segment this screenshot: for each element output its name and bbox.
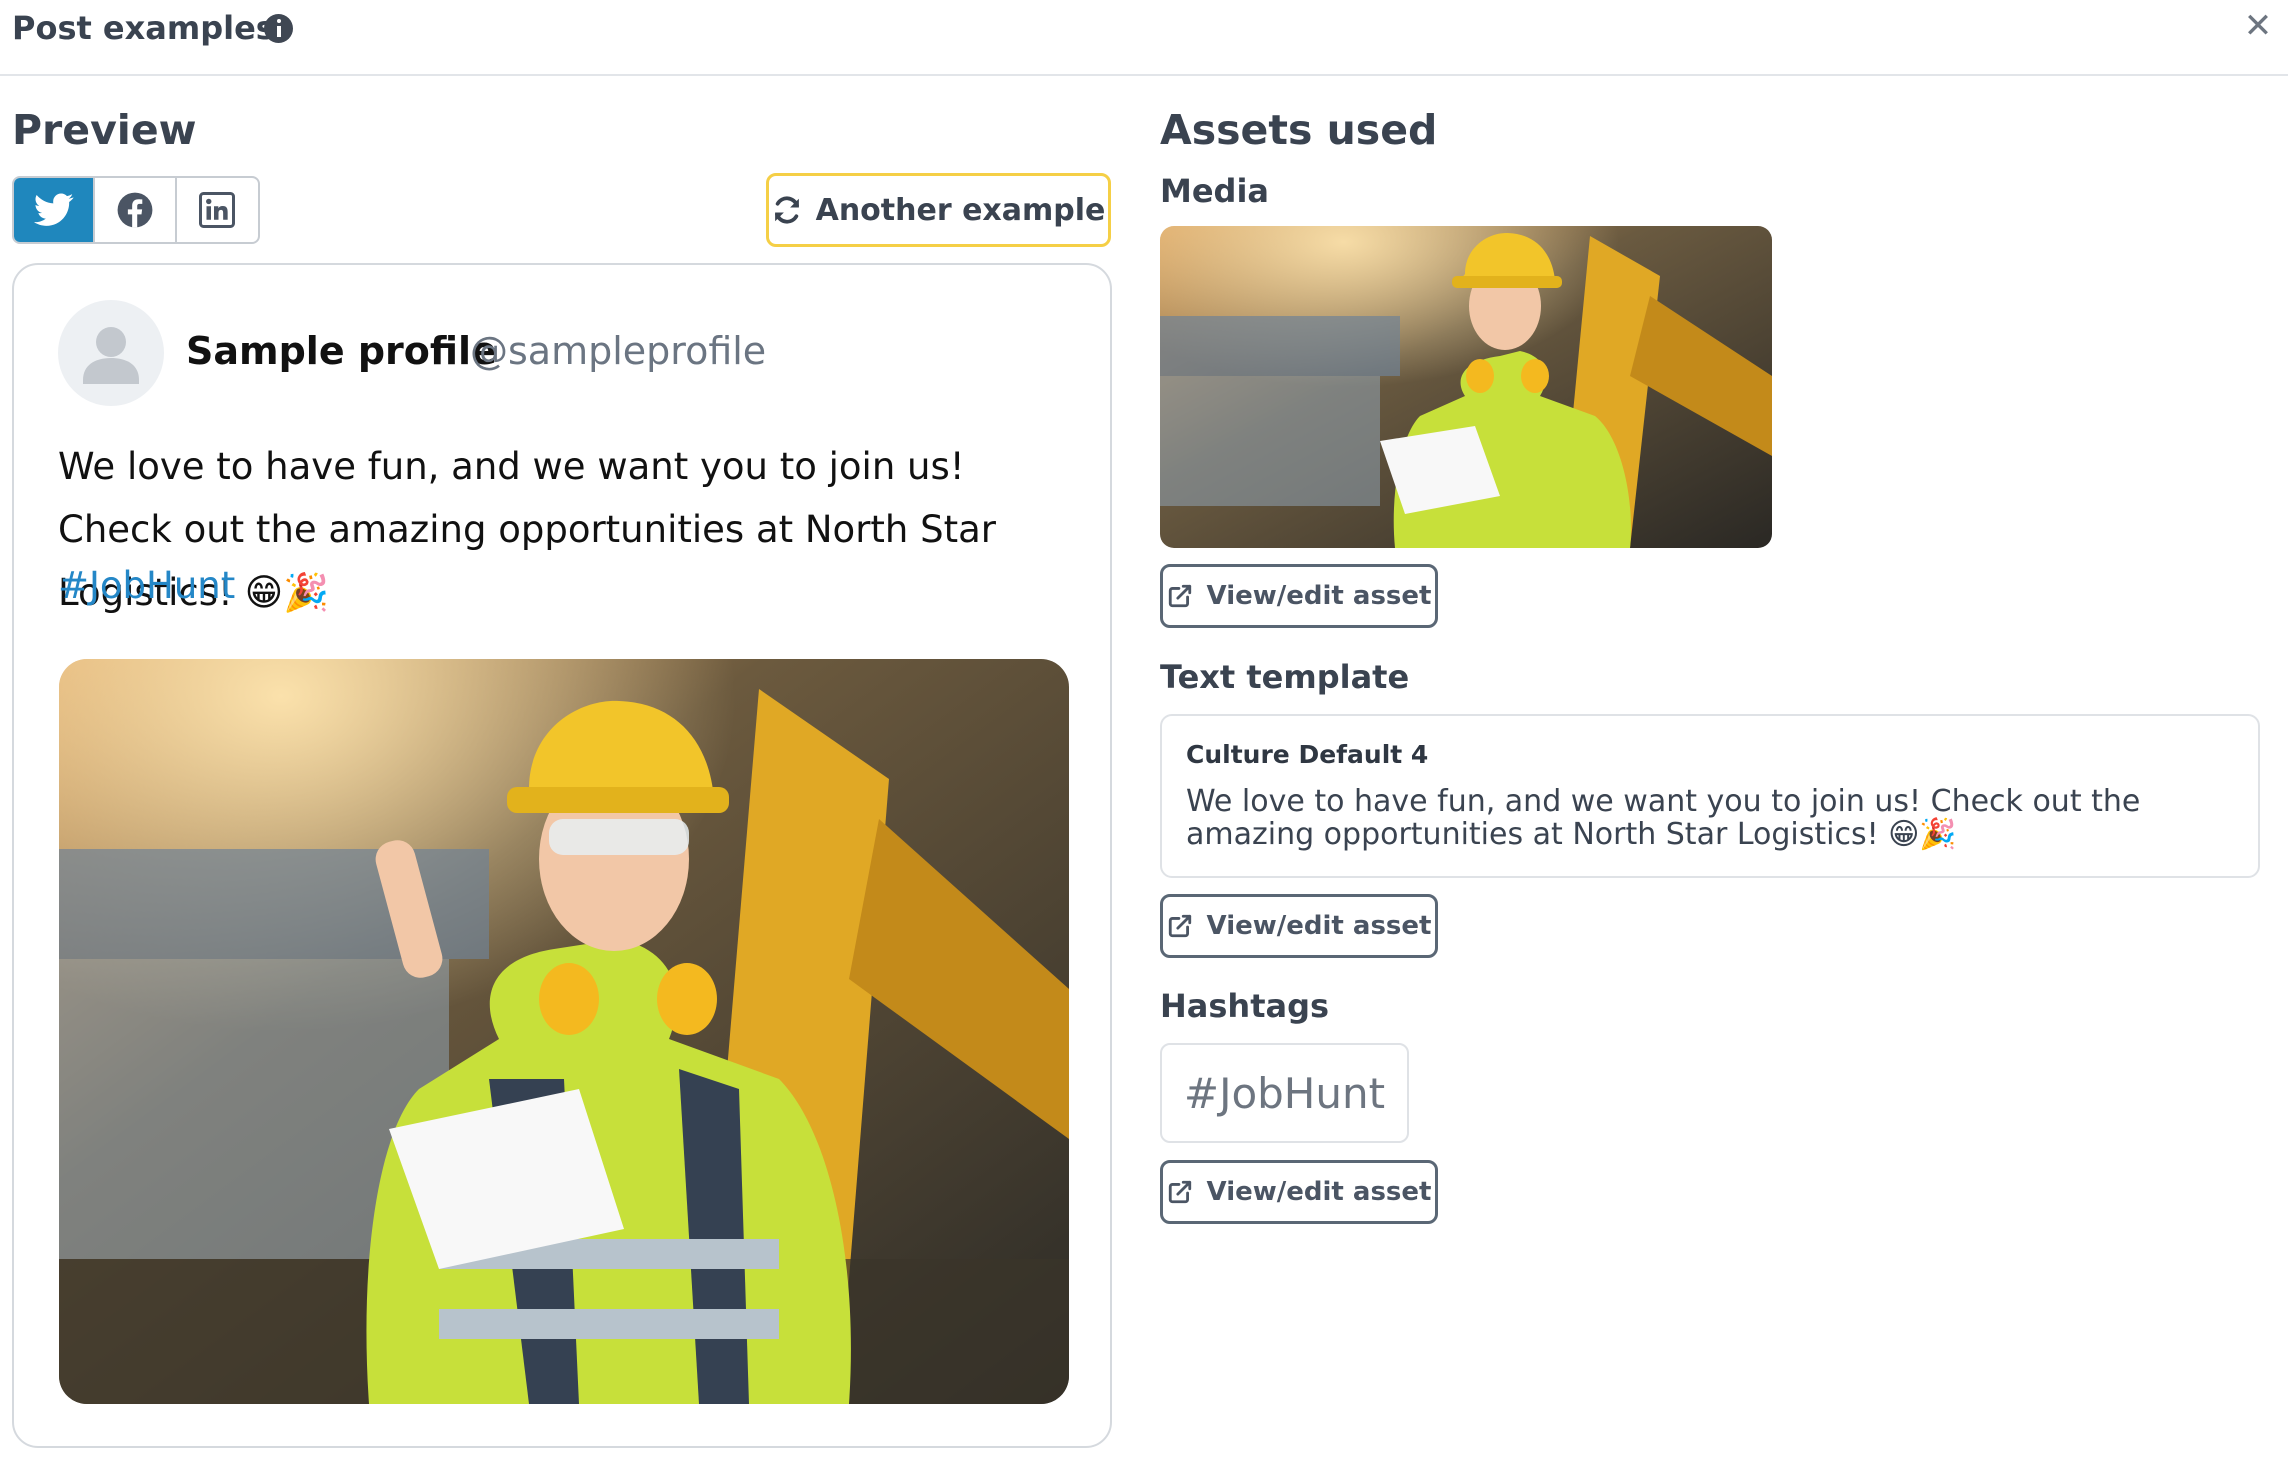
tab-twitter[interactable] [14,178,96,242]
post-preview-card: Sample profile @sampleprofile We love to… [12,263,1112,1448]
modal-title: Post examples [12,9,275,47]
view-edit-label: View/edit asset [1206,581,1432,611]
view-edit-label: View/edit asset [1206,1177,1432,1207]
info-icon[interactable] [264,14,293,43]
assets-heading: Assets used [1160,106,1438,154]
tab-facebook[interactable] [95,178,177,242]
avatar [58,300,164,406]
view-edit-label: View/edit asset [1206,911,1432,941]
view-edit-template-button[interactable]: View/edit asset [1160,894,1438,958]
hashtags-heading: Hashtags [1160,987,1330,1025]
external-link-icon [1168,914,1191,938]
platform-tabs [12,176,260,244]
facebook-icon [117,192,153,228]
close-icon[interactable]: ✕ [2240,8,2276,44]
another-example-label: Another example [815,192,1106,228]
profile-name: Sample profile [186,329,497,373]
view-edit-hashtags-button[interactable]: View/edit asset [1160,1160,1438,1224]
twitter-icon [33,193,74,226]
view-edit-media-button[interactable]: View/edit asset [1160,564,1438,628]
hashtag-chip: #JobHunt [1160,1043,1409,1143]
external-link-icon [1168,584,1191,608]
external-link-icon [1168,1180,1191,1204]
profile-handle: @sampleprofile [470,329,767,373]
linkedin-icon [199,192,236,228]
modal-header: Post examples ✕ [0,0,2288,76]
preview-heading: Preview [12,106,197,154]
text-template-card: Culture Default 4 We love to have fun, a… [1160,714,2260,878]
tab-linkedin[interactable] [177,178,258,242]
text-template-heading: Text template [1160,658,1410,696]
post-image [59,659,1069,1404]
template-title: Culture Default 4 [1186,740,1429,769]
template-body: We love to have fun, and we want you to … [1186,784,2141,852]
media-image[interactable] [1160,226,1772,548]
another-example-button[interactable]: Another example [766,173,1111,247]
post-hashtag[interactable]: #JobHunt [58,564,235,607]
user-silhouette-icon [83,327,139,384]
refresh-icon [774,196,799,224]
media-heading: Media [1160,172,1270,210]
